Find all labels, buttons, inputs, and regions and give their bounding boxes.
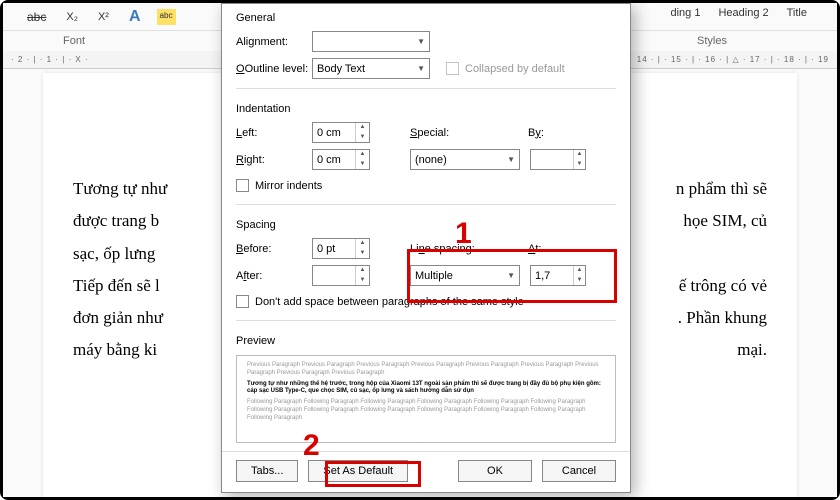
after-input[interactable]: ▲▼ (312, 265, 370, 286)
text-effects-tool[interactable]: A (125, 6, 145, 28)
line-spacing-combo[interactable]: Multiple▼ (410, 265, 520, 286)
spin-up-icon[interactable]: ▲ (356, 266, 369, 276)
dont-add-space-checkbox[interactable] (236, 295, 249, 308)
special-combo[interactable]: (none)▼ (410, 149, 520, 170)
paragraph-dialog: General Alignment: ▼ OOutline level: Bod… (221, 3, 631, 493)
spin-down-icon[interactable]: ▼ (356, 276, 369, 286)
chevron-down-icon: ▼ (411, 64, 425, 73)
before-input[interactable]: ▲▼ (312, 238, 370, 259)
line-spacing-label: Line spacing: (410, 243, 486, 255)
preview-next-text: Following Paragraph Following Paragraph … (247, 399, 605, 422)
before-field[interactable] (313, 239, 355, 258)
alignment-label: Alignment: (236, 36, 312, 48)
styles-group-label: Styles (697, 35, 727, 47)
dont-add-space-label: Don't add space between paragraphs of th… (255, 296, 524, 308)
preview-section-title: Preview (222, 327, 630, 351)
preview-prev-text: Previous Paragraph Previous Paragraph Pr… (247, 362, 605, 378)
strikethrough-tool[interactable]: abc (23, 8, 50, 26)
spin-up-icon[interactable]: ▲ (574, 266, 585, 276)
spin-down-icon[interactable]: ▼ (356, 133, 369, 143)
indentation-section-title: Indentation (222, 95, 630, 119)
indent-left-label: Left: (236, 127, 312, 139)
indent-right-label: Right: (236, 154, 312, 166)
style-heading1[interactable]: ding 1 (670, 7, 700, 19)
chevron-down-icon: ▼ (411, 37, 425, 46)
indent-left-input[interactable]: ▲▼ (312, 122, 370, 143)
spin-down-icon[interactable]: ▼ (574, 276, 585, 286)
divider (236, 88, 616, 89)
after-label: After: (236, 270, 312, 282)
special-label: Special: (410, 127, 470, 139)
outline-level-combo[interactable]: Body Text▼ (312, 58, 430, 79)
by-input[interactable]: ▲▼ (530, 149, 586, 170)
subscript-tool[interactable]: X₂ (62, 9, 82, 25)
indent-right-input[interactable]: ▲▼ (312, 149, 370, 170)
doc-text: Tương tự như (73, 173, 167, 205)
spin-up-icon[interactable]: ▲ (356, 150, 369, 160)
doc-text: Tiếp đến sẽ l (73, 270, 160, 302)
ruler-left-marks: · 2 · | · 1 · | · X · (11, 55, 89, 64)
style-title[interactable]: Title (787, 7, 807, 19)
doc-text: đơn giản như (73, 302, 163, 334)
doc-text: sạc, ốp lưng (73, 238, 155, 270)
spin-down-icon[interactable]: ▼ (356, 160, 369, 170)
before-label: Before: (236, 243, 312, 255)
font-group-label: Font (63, 35, 85, 47)
mirror-indents-label: Mirror indents (255, 180, 322, 192)
spin-down-icon[interactable]: ▼ (574, 160, 585, 170)
spin-up-icon[interactable]: ▲ (356, 123, 369, 133)
chevron-down-icon: ▼ (501, 155, 515, 164)
chevron-down-icon: ▼ (501, 271, 515, 280)
tabs-button[interactable]: Tabs... (236, 460, 298, 482)
spin-up-icon[interactable]: ▲ (356, 239, 369, 249)
by-label: By: (528, 127, 558, 139)
doc-text: mại. (737, 334, 767, 366)
collapsed-label: Collapsed by default (465, 63, 565, 75)
preview-current-text: Tương tự như những thế hệ trước, trong h… (247, 381, 605, 397)
spin-down-icon[interactable]: ▼ (356, 249, 369, 259)
general-section-title: General (222, 4, 630, 28)
by-field[interactable] (531, 150, 573, 169)
styles-gallery[interactable]: ding 1 Heading 2 Title (670, 7, 807, 19)
doc-text: được trang b (73, 205, 159, 237)
ruler-right-marks: 14 · | · 15 · | · 16 · | △ · 17 · | · 18… (637, 55, 837, 64)
preview-box: Previous Paragraph Previous Paragraph Pr… (236, 355, 616, 443)
divider (236, 204, 616, 205)
dialog-button-row: Tabs... Set As Default OK Cancel (222, 451, 630, 490)
after-field[interactable] (313, 266, 355, 285)
doc-text: họe SIM, củ (683, 205, 767, 237)
indent-right-field[interactable] (313, 150, 355, 169)
doc-text: ế trông có vẻ (679, 270, 767, 302)
set-as-default-button[interactable]: Set As Default (308, 460, 408, 482)
spacing-section-title: Spacing (222, 211, 630, 235)
at-label: At: (528, 243, 558, 255)
doc-text: n phẩm thì sẽ (676, 173, 767, 205)
at-field[interactable] (531, 266, 573, 285)
at-input[interactable]: ▲▼ (530, 265, 586, 286)
doc-text: . Phần khung (678, 302, 767, 334)
ok-button[interactable]: OK (458, 460, 532, 482)
doc-text: máy bằng ki (73, 334, 157, 366)
alignment-combo[interactable]: ▼ (312, 31, 430, 52)
highlight-tool[interactable]: ᵃᵇᶜ (157, 9, 176, 25)
style-heading2[interactable]: Heading 2 (718, 7, 768, 19)
indent-left-field[interactable] (313, 123, 355, 142)
superscript-tool[interactable]: X² (94, 9, 113, 25)
collapsed-checkbox[interactable] (446, 62, 459, 75)
divider (236, 320, 616, 321)
cancel-button[interactable]: Cancel (542, 460, 616, 482)
mirror-indents-checkbox[interactable] (236, 179, 249, 192)
outline-level-label: OOutline level: (236, 63, 312, 75)
spin-up-icon[interactable]: ▲ (574, 150, 585, 160)
